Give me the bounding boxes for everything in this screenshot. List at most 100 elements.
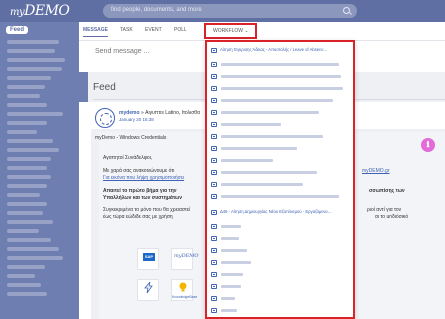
workflow-item-label xyxy=(221,159,273,162)
sidebar-item[interactable] xyxy=(7,229,39,233)
sidebar-item[interactable] xyxy=(7,256,63,260)
avatar[interactable] xyxy=(95,108,115,128)
workflow-menu-item[interactable] xyxy=(211,61,351,69)
email-link-mydemo[interactable]: myDEMO.gr xyxy=(362,168,390,174)
sidebar-item[interactable] xyxy=(7,265,45,269)
info-icon[interactable]: ℹ xyxy=(421,138,435,152)
knowledgebase-label: KnowledgeBase xyxy=(172,295,198,299)
email-line-4-end: αι το unδιόσικό xyxy=(375,214,409,220)
workflow-menu-item[interactable] xyxy=(211,169,351,177)
sidebar-item[interactable] xyxy=(7,211,43,215)
workflow-menu-item[interactable]: Αίτηση Έγκρισης Άδειας - Αποστολής / Lea… xyxy=(211,47,351,55)
form-icon xyxy=(211,158,217,163)
workflow-menu-item[interactable] xyxy=(211,73,351,81)
tab-message[interactable]: MESSAGE xyxy=(83,27,109,37)
post-author-name[interactable]: mydemo xyxy=(119,110,140,116)
workflow-menu-item[interactable] xyxy=(211,109,351,117)
sidebar-item[interactable] xyxy=(7,283,41,287)
sidebar-item[interactable] xyxy=(7,85,45,89)
sidebar-item[interactable] xyxy=(7,121,47,125)
workflow-dropdown: Αίτηση Έγκρισης Άδειας - Αποστολής / Lea… xyxy=(205,40,355,319)
sidebar-item[interactable] xyxy=(7,58,65,62)
workflow-menu-item[interactable] xyxy=(211,295,351,303)
email-subject: myDemo - Windows Credentials xyxy=(95,135,167,141)
mydemo-logo: myDEMO xyxy=(174,253,199,259)
workflow-item-label xyxy=(221,171,317,174)
sidebar-item[interactable] xyxy=(7,175,51,179)
sidebar-item[interactable] xyxy=(7,112,63,116)
sidebar-item[interactable] xyxy=(7,184,47,188)
workflow-item-label xyxy=(221,273,243,276)
search-placeholder: find people, documents, and more xyxy=(111,7,202,13)
workflow-item-label xyxy=(221,261,251,264)
workflow-item-label xyxy=(221,237,239,240)
form-icon xyxy=(211,170,217,175)
workflow-item-label xyxy=(221,309,237,312)
form-icon xyxy=(211,182,217,187)
workflow-menu-item[interactable] xyxy=(211,157,351,165)
workflow-item-label xyxy=(221,135,323,138)
workflow-item-label xyxy=(221,285,241,288)
sidebar-item-feed[interactable]: Feed xyxy=(6,26,29,34)
workflow-menu-item[interactable] xyxy=(211,121,351,129)
email-line-3-end: ριοί αντί για τον xyxy=(367,207,402,213)
tab-poll[interactable]: POLL xyxy=(174,27,187,33)
workflow-menu-item[interactable] xyxy=(211,97,351,105)
sidebar-item[interactable] xyxy=(7,76,51,80)
mydemo-tile[interactable]: myDEMO xyxy=(171,248,198,270)
sidebar-item[interactable] xyxy=(7,67,62,71)
sidebar-item[interactable] xyxy=(7,94,40,98)
workflow-item-label xyxy=(221,249,247,252)
sidebar-item[interactable] xyxy=(7,274,35,278)
form-icon xyxy=(211,74,217,79)
tab-task[interactable]: TASK xyxy=(120,27,133,33)
post-date[interactable]: January 20 16:38 xyxy=(119,117,154,122)
email-bold-line-1-end: σσωπίσης των xyxy=(369,188,405,194)
lightning-tile[interactable] xyxy=(137,279,159,301)
workflow-menu-item[interactable] xyxy=(211,235,351,243)
sidebar-item[interactable] xyxy=(7,130,37,134)
workflow-menu-item[interactable] xyxy=(211,283,351,291)
app-logo[interactable]: myDEMO xyxy=(10,3,70,19)
workflow-menu-item[interactable] xyxy=(211,271,351,279)
workflow-menu-item[interactable] xyxy=(211,307,351,315)
workflow-menu-item[interactable] xyxy=(211,145,351,153)
sidebar-item[interactable] xyxy=(7,157,51,161)
form-icon xyxy=(211,248,217,253)
sidebar-item[interactable] xyxy=(7,247,59,251)
knowledgebase-tile[interactable]: KnowledgeBase xyxy=(171,279,198,301)
workflow-menu-item[interactable]: Δ46 - Αίτηση Δημιουργίας Νέου Εξοπλισμού… xyxy=(211,209,351,217)
workflow-menu-item[interactable] xyxy=(211,85,351,93)
sidebar-item[interactable] xyxy=(7,220,53,224)
workflow-menu-item[interactable] xyxy=(211,247,351,255)
tab-event[interactable]: EVENT xyxy=(145,27,162,33)
tab-workflow[interactable]: WORKFLOW ⌄ xyxy=(204,23,257,39)
workflow-menu-item[interactable] xyxy=(211,259,351,267)
sidebar-item[interactable] xyxy=(7,49,55,53)
sidebar-item[interactable] xyxy=(7,193,40,197)
workflow-item-label: Αίτηση Έγκρισης Άδειας - Αποστολής / Lea… xyxy=(220,47,328,52)
sidebar-item[interactable] xyxy=(7,40,59,44)
email-link-2[interactable]: Για εικόνα που λήψη χρησιμοποιήσει xyxy=(103,175,184,181)
workflow-menu-item[interactable] xyxy=(211,193,351,201)
sidebar-item[interactable] xyxy=(7,238,51,242)
sidebar-item[interactable] xyxy=(7,103,47,107)
top-bar: myDEMO find people, documents, and more xyxy=(0,0,445,22)
message-input[interactable]: Send message ... xyxy=(95,48,149,55)
sidebar-item[interactable] xyxy=(7,139,53,143)
sidebar-item[interactable] xyxy=(7,148,59,152)
sap-tile[interactable]: SAP xyxy=(137,248,159,270)
search-bar[interactable]: find people, documents, and more xyxy=(103,4,357,18)
workflow-menu-item[interactable] xyxy=(211,181,351,189)
workflow-menu-item[interactable] xyxy=(211,133,351,141)
form-icon xyxy=(211,98,217,103)
sidebar-item[interactable] xyxy=(7,202,47,206)
sidebar-item[interactable] xyxy=(7,166,47,170)
post-recipients: » Αιγυπτιs Latino, Ιτολισθα xyxy=(140,110,200,116)
search-icon[interactable] xyxy=(343,7,350,14)
workflow-item-label xyxy=(221,111,319,114)
form-icon xyxy=(211,48,217,53)
sidebar-item[interactable] xyxy=(7,292,47,296)
form-icon xyxy=(211,122,217,127)
workflow-menu-item[interactable] xyxy=(211,223,351,231)
